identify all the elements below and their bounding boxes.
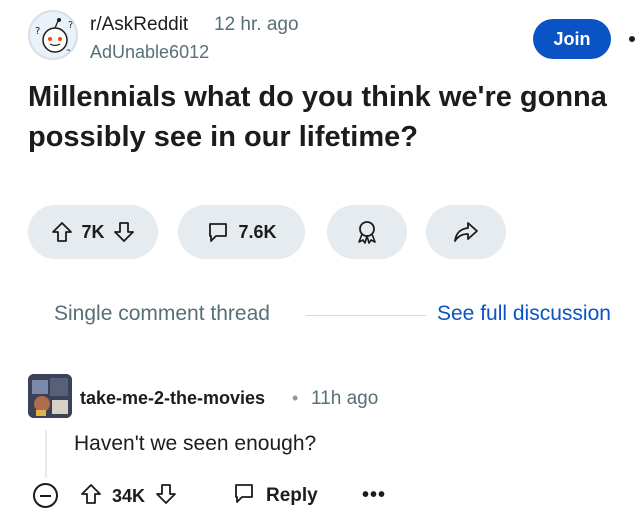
overflow-menu-icon[interactable] — [629, 36, 635, 42]
comment-vote-count: 34K — [112, 485, 146, 506]
reply-button[interactable]: Reply — [232, 482, 318, 510]
join-button[interactable]: Join — [533, 19, 611, 59]
comment-count: 7.6K — [238, 221, 277, 242]
post-title: Millennials what do you think we're gonn… — [28, 81, 607, 153]
comment-thread-line[interactable] — [45, 430, 47, 478]
see-full-discussion-link[interactable]: See full discussion — [437, 302, 611, 326]
post-time: 12 hr. ago — [214, 14, 299, 35]
reply-icon — [232, 481, 256, 511]
comment-actions: 34K Reply ••• — [0, 478, 639, 514]
subreddit-avatar[interactable]: ? ? ? — [28, 10, 78, 60]
share-button[interactable] — [426, 205, 506, 259]
share-icon — [453, 220, 479, 244]
comment-avatar[interactable] — [28, 374, 72, 418]
thread-bar: Single comment thread See full discussio… — [0, 296, 639, 336]
comment-time: 11h ago — [311, 388, 379, 409]
vote-count: 7K — [81, 221, 105, 242]
comment-icon — [206, 220, 230, 244]
reply-label: Reply — [266, 485, 318, 506]
downvote-icon[interactable] — [113, 221, 135, 243]
comment: take-me-2-the-movies • 11h ago Haven't w… — [0, 370, 639, 514]
vote-pill: 7K — [28, 205, 158, 259]
comment-body: Haven't we seen enough? — [74, 432, 317, 455]
comment-author[interactable]: take-me-2-the-movies — [80, 388, 265, 409]
thread-label: Single comment thread — [54, 302, 270, 325]
subreddit-name[interactable]: r/AskReddit — [90, 14, 188, 36]
post-header: ? ? ? r/AskReddit 12 hr. ago AdUnable601… — [0, 0, 639, 72]
award-button[interactable] — [327, 205, 407, 259]
meta-separator: • — [292, 388, 299, 408]
post-actions: 7K 7.6K — [0, 205, 639, 261]
svg-text:?: ? — [66, 49, 71, 59]
comment-vote: 34K — [80, 482, 177, 510]
thread-divider — [306, 315, 426, 316]
svg-text:?: ? — [68, 20, 73, 31]
minus-icon — [40, 494, 51, 497]
comment-upvote-icon[interactable] — [80, 483, 102, 510]
svg-text:?: ? — [35, 26, 40, 37]
collapse-thread-button[interactable] — [33, 483, 58, 508]
upvote-icon[interactable] — [51, 221, 73, 243]
post-author[interactable]: AdUnable6012 — [90, 42, 209, 63]
award-icon — [354, 219, 380, 245]
comment-downvote-icon[interactable] — [155, 483, 177, 510]
comment-more-icon[interactable]: ••• — [362, 484, 386, 507]
comments-button[interactable]: 7.6K — [178, 205, 305, 259]
